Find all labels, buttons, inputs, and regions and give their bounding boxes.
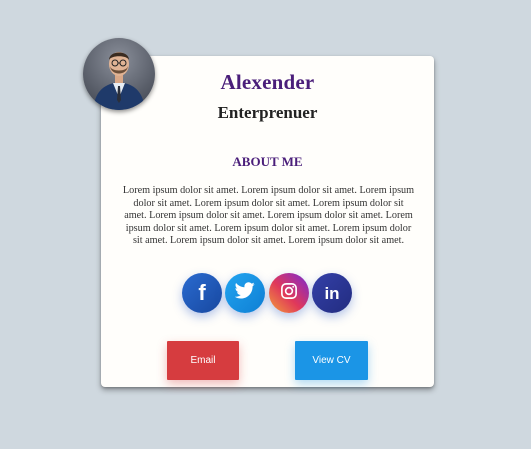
email-button[interactable]: Email bbox=[167, 341, 239, 380]
instagram-icon bbox=[280, 282, 298, 305]
facebook-button[interactable]: f bbox=[182, 273, 222, 313]
linkedin-icon: in bbox=[324, 283, 340, 303]
view-cv-button-label: View CV bbox=[312, 355, 351, 366]
profile-title: Enterprenuer bbox=[217, 103, 318, 122]
email-button-label: Email bbox=[190, 355, 216, 366]
about-text: Lorem ipsum dolor sit amet. Lorem ipsum … bbox=[122, 185, 415, 247]
linkedin-button[interactable]: in bbox=[312, 273, 352, 313]
view-cv-button[interactable]: View CV bbox=[295, 341, 368, 380]
twitter-button[interactable] bbox=[225, 273, 265, 313]
profile-name: Alexender bbox=[220, 70, 315, 94]
twitter-icon bbox=[234, 282, 255, 304]
facebook-icon: f bbox=[198, 280, 206, 305]
about-heading: ABOUT ME bbox=[232, 154, 303, 169]
instagram-button[interactable] bbox=[269, 273, 309, 313]
